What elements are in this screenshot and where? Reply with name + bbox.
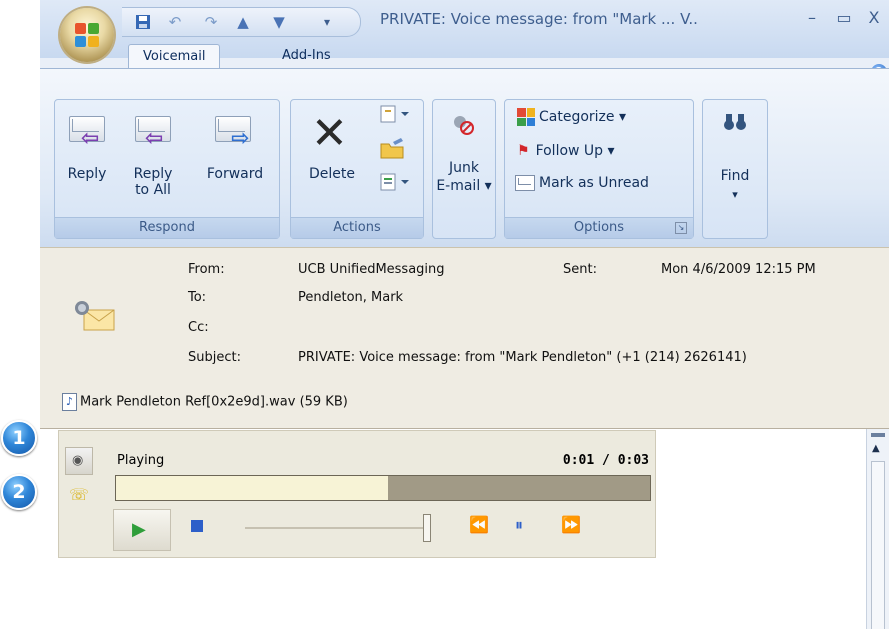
speaker-mode-button[interactable]: ◉ xyxy=(65,447,93,475)
respond-group: ⇦ Reply ⇦ Reply to All ⇨ Forward Respond xyxy=(54,99,280,239)
move-to-folder-button[interactable] xyxy=(379,102,415,126)
callout-badge-2: 2 xyxy=(1,474,37,510)
reply-button[interactable]: ⇦ Reply xyxy=(59,104,119,212)
junk-label-1: Junk xyxy=(449,160,479,176)
junk-icon xyxy=(449,110,477,138)
to-value[interactable]: Pendleton, Mark xyxy=(298,290,403,305)
junk-label-2: E-mail ▾ xyxy=(436,178,492,194)
other-actions-button[interactable] xyxy=(379,170,415,194)
find-group: Find ▾ xyxy=(702,99,768,239)
delete-x-icon: ✕ xyxy=(311,108,348,159)
quick-access-toolbar: ↶ ↷ ▲ ▼ ▾ xyxy=(122,7,361,37)
down-arrow-icon[interactable]: ▼ xyxy=(270,14,288,30)
rewind-icon[interactable]: ⏪ xyxy=(469,515,489,534)
up-arrow-icon[interactable]: ▲ xyxy=(234,14,252,30)
actions-group-label: Actions xyxy=(291,217,423,238)
reply-all-label-1: Reply xyxy=(133,166,173,182)
forward-label: Forward xyxy=(206,166,264,182)
message-header: From: UCB UnifiedMessaging Sent: Mon 4/6… xyxy=(40,247,889,428)
delete-label: Delete xyxy=(309,166,355,182)
play-icon: ▶ xyxy=(132,519,146,540)
categorize-label: Categorize ▾ xyxy=(539,109,626,125)
forward-button[interactable]: ⇨ Forward xyxy=(195,104,275,212)
options-group: Categorize ▾ ⚑ Follow Up ▾ Mark as Unread… xyxy=(504,99,694,239)
move-folder-icon xyxy=(380,105,409,123)
undo-icon[interactable]: ↶ xyxy=(166,14,184,30)
attachment-item[interactable]: ♪ Mark Pendleton Ref[0x2e9d].wav (59 KB) xyxy=(62,393,348,411)
speaker-icon: ◉ xyxy=(72,453,84,468)
forward-arrow-icon: ⇨ xyxy=(231,126,250,151)
playback-progress-bar[interactable] xyxy=(115,475,651,501)
follow-up-button[interactable]: ⚑ Follow Up ▾ xyxy=(517,142,615,160)
subject-label: Subject: xyxy=(188,350,241,365)
sent-value: Mon 4/6/2009 12:15 PM xyxy=(661,262,816,277)
categorize-icon xyxy=(517,108,535,126)
tab-voicemail[interactable]: Voicemail xyxy=(128,44,221,69)
voicemail-envelope-icon xyxy=(72,298,115,331)
from-label: From: xyxy=(188,262,225,277)
reply-label: Reply xyxy=(67,166,107,182)
to-label: To: xyxy=(188,290,207,305)
fast-forward-icon[interactable]: ⏩ xyxy=(561,515,581,534)
find-button[interactable]: Find ▾ xyxy=(705,104,765,234)
scrollbar-track[interactable] xyxy=(871,461,885,629)
reply-all-arrow-icon: ⇦ xyxy=(145,126,164,151)
redo-icon[interactable]: ↷ xyxy=(202,14,220,30)
find-label: Find xyxy=(720,168,750,184)
flag-icon: ⚑ xyxy=(517,143,530,159)
sent-label: Sent: xyxy=(563,262,597,277)
tab-add-ins[interactable]: Add-Ins xyxy=(268,44,345,68)
find-dropdown-icon: ▾ xyxy=(732,188,738,201)
voicemail-player: ◉ ☏ Playing 0:01 / 0:03 ▶ ⏪ ⏸ ⏩ xyxy=(58,430,656,558)
junk-group: Junk E-mail ▾ xyxy=(432,99,496,239)
pause-icon[interactable]: ⏸ xyxy=(515,515,523,535)
player-time: 0:01 / 0:03 xyxy=(562,453,649,468)
attachment-name: Mark Pendleton Ref[0x2e9d].wav (59 KB) xyxy=(80,394,348,410)
reply-arrow-icon: ⇦ xyxy=(81,126,100,151)
save-icon[interactable] xyxy=(134,14,152,30)
body-scrollbar[interactable]: ▲ xyxy=(866,429,889,629)
ribbon: ⇦ Reply ⇦ Reply to All ⇨ Forward Respond… xyxy=(40,68,889,247)
dialog-launcher-icon[interactable]: ↘ xyxy=(675,222,687,234)
minimize-button[interactable]: – xyxy=(800,8,824,27)
respond-group-label: Respond xyxy=(55,217,279,238)
junk-email-button[interactable]: Junk E-mail ▾ xyxy=(435,104,493,234)
delete-button[interactable]: ✕ Delete xyxy=(295,104,369,212)
options-group-label: Options ↘ xyxy=(505,217,693,238)
office-button[interactable] xyxy=(60,8,114,62)
mark-as-unread-label: Mark as Unread xyxy=(539,175,649,191)
cc-label: Cc: xyxy=(188,320,209,335)
office-logo-icon xyxy=(75,23,99,47)
mark-as-unread-button[interactable]: Mark as Unread xyxy=(515,174,649,192)
other-actions-icon xyxy=(380,173,409,191)
playback-progress-fill xyxy=(116,476,388,500)
follow-up-label: Follow Up ▾ xyxy=(535,143,615,159)
scroll-up-icon[interactable]: ▲ xyxy=(872,443,880,454)
volume-slider-thumb[interactable] xyxy=(423,514,431,542)
volume-slider[interactable] xyxy=(245,514,431,542)
player-status: Playing xyxy=(117,453,165,468)
actions-group: ✕ Delete Actions xyxy=(290,99,424,239)
play-button[interactable]: ▶ xyxy=(113,509,171,551)
create-rule-button[interactable] xyxy=(379,136,415,160)
customize-icon[interactable]: ▾ xyxy=(318,14,336,30)
reply-all-button[interactable]: ⇦ Reply to All xyxy=(123,104,183,212)
close-button[interactable]: X xyxy=(862,8,886,27)
scrollbar-top-mark xyxy=(871,433,885,437)
options-group-label-text: Options xyxy=(573,220,625,235)
binoculars-icon xyxy=(723,112,747,137)
from-value[interactable]: UCB UnifiedMessaging xyxy=(298,262,445,277)
window-title: PRIVATE: Voice message: from "Mark ... V… xyxy=(380,10,698,28)
reply-all-label-2: to All xyxy=(135,182,171,198)
audio-file-icon: ♪ xyxy=(62,393,77,411)
maximize-button[interactable]: ▭ xyxy=(832,8,856,27)
subject-value: PRIVATE: Voice message: from "Mark Pendl… xyxy=(298,350,747,365)
folder-pencil-icon xyxy=(380,138,404,159)
callout-badge-1: 1 xyxy=(1,420,37,456)
mark-unread-icon xyxy=(515,175,535,191)
categorize-button[interactable]: Categorize ▾ xyxy=(517,108,626,126)
stop-icon[interactable] xyxy=(191,520,203,532)
phone-mode-icon[interactable]: ☏ xyxy=(69,485,89,504)
